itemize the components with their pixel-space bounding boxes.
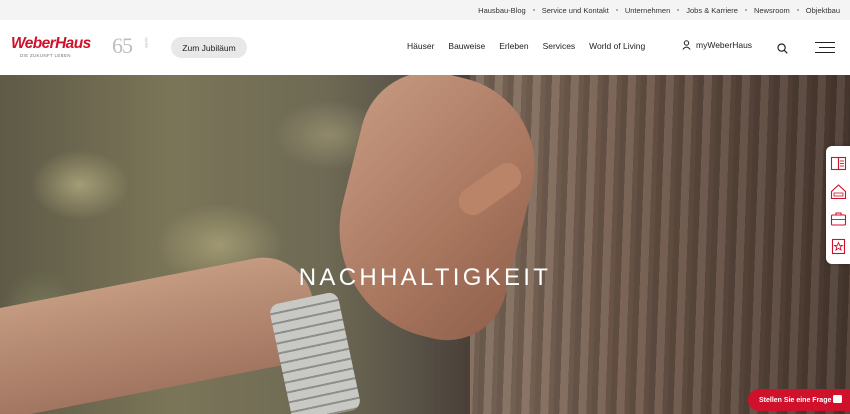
watch-image: [268, 291, 362, 414]
topbar-link-service[interactable]: Service und Kontakt: [542, 6, 609, 15]
side-quick-links: [826, 146, 850, 264]
separator-dot: [677, 9, 680, 11]
chat-icon: [833, 395, 842, 403]
badge-number: 65: [112, 33, 133, 58]
menu-line: [819, 46, 835, 49]
house-icon[interactable]: [830, 183, 847, 200]
account-label: myWeberHaus: [696, 40, 753, 50]
nav-item-erleben[interactable]: Erleben: [499, 41, 528, 51]
separator-dot: [744, 9, 747, 11]
nav-item-bauweise[interactable]: Bauweise: [448, 41, 485, 51]
catalog-icon[interactable]: [830, 155, 847, 172]
user-icon: [682, 40, 691, 50]
badge-text: JAHRE: [144, 37, 148, 49]
menu-line: [815, 51, 835, 53]
star-icon[interactable]: [830, 238, 847, 255]
topbar-link-blog[interactable]: Hausbau-Blog: [478, 6, 526, 15]
logo-brand: WeberHaus: [11, 35, 91, 52]
menu-line: [815, 42, 835, 44]
search-icon: [777, 43, 788, 54]
tree-bark-image: [470, 75, 850, 414]
hero-section: NACHHALTIGKEIT: [0, 75, 850, 414]
nav-item-services[interactable]: Services: [543, 41, 576, 51]
topbar-link-company[interactable]: Unternehmen: [625, 6, 670, 15]
topbar-link-objektbau[interactable]: Objektbau: [806, 6, 840, 15]
topbar-link-jobs[interactable]: Jobs & Karriere: [686, 6, 738, 15]
hero-headline: NACHHALTIGKEIT: [298, 264, 552, 291]
menu-button[interactable]: [815, 42, 835, 53]
nav-item-haeuser[interactable]: Häuser: [407, 41, 434, 51]
weberhaus-logo[interactable]: WeberHaus DIE ZUKUNFT LEBEN: [11, 36, 91, 58]
main-nav: Häuser Bauweise Erleben Services World o…: [407, 41, 659, 51]
separator-dot: [615, 9, 618, 11]
briefcase-icon[interactable]: [830, 210, 847, 227]
anniversary-badge: 65 JAHRE: [112, 35, 148, 59]
logo-tagline: DIE ZUKUNFT LEBEN: [20, 53, 71, 58]
nav-item-world-of-living[interactable]: World of Living: [589, 41, 645, 51]
topbar-link-newsroom[interactable]: Newsroom: [754, 6, 790, 15]
separator-dot: [532, 9, 535, 11]
top-utility-bar: Hausbau-Blog Service und Kontakt Unterne…: [0, 0, 850, 20]
ask-question-label: Stellen Sie eine Frage: [759, 396, 832, 404]
jubilee-button[interactable]: Zum Jubiläum: [171, 37, 247, 58]
ask-question-button[interactable]: Stellen Sie eine Frage: [748, 389, 850, 411]
search-button[interactable]: [777, 41, 788, 59]
separator-dot: [796, 9, 799, 11]
my-weberhaus-link[interactable]: myWeberHaus: [682, 40, 752, 50]
